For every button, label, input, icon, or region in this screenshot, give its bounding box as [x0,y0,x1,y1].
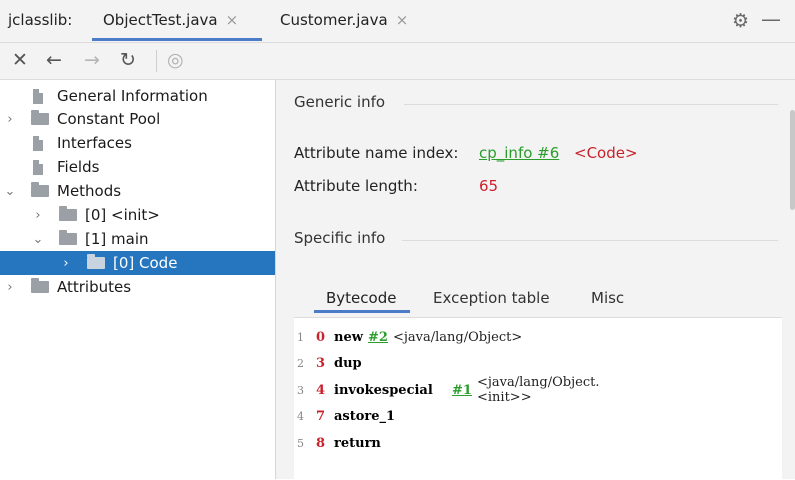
close-icon[interactable]: × [226,11,239,29]
bytecode-offset: 0 [316,329,326,345]
file-icon [33,159,43,175]
folder-icon [59,230,77,245]
opcode: astore_1 [334,408,396,424]
detail-panel: Generic info Attribute name index: cp_in… [276,80,795,480]
tree-item-label: [0] <init> [85,206,160,224]
file-icon [33,135,43,151]
bytecode-offset: 3 [316,355,326,371]
line-number: 3 [297,383,304,397]
bytecode-offset: 7 [316,408,326,424]
attribute-length-label: Attribute length: [294,177,418,195]
scrollbar[interactable] [790,110,795,210]
close-icon[interactable]: × [396,11,409,29]
tool-label: jclasslib: [8,11,73,29]
tab-bytecode[interactable]: Bytecode [326,289,396,307]
tree-item-label: Attributes [57,278,132,296]
toolbar-separator [156,50,157,72]
line-number: 1 [297,330,304,344]
opcode: invokespecial [334,382,433,398]
active-tab-indicator [92,38,262,41]
back-arrow-icon[interactable]: ← [46,49,62,71]
chevron-right-icon[interactable]: › [60,256,72,271]
web-icon[interactable]: ◎ [167,49,184,71]
opcode: return [334,435,381,451]
tree-item-init[interactable]: › [0] <init> [0,203,275,227]
divider [402,240,778,241]
opcode: new [334,329,363,345]
cp-info-link[interactable]: cp_info #6 [479,144,559,162]
tab-customer[interactable]: Customer.java × [280,11,408,29]
tab-label: Customer.java [280,11,388,29]
chevron-down-icon[interactable]: ⌄ [4,184,16,199]
tree-item-general-information[interactable]: General Information [0,84,275,108]
active-subtab-indicator [314,310,410,313]
cp-ref-link[interactable]: #2 [368,330,388,345]
tab-objecttest[interactable]: ObjectTest.java × [103,11,238,29]
class-tree: General Information › Constant Pool Inte… [0,80,276,479]
tree-item-label: [0] Code [113,254,178,272]
line-number: 4 [297,409,304,423]
bytecode-comment: <java/lang/Object.<init>> [477,375,600,405]
tab-exception-table[interactable]: Exception table [433,289,550,307]
divider [404,104,778,105]
tab-label: ObjectTest.java [103,11,218,29]
refresh-icon[interactable]: ↻ [120,49,136,71]
tree-item-constant-pool[interactable]: › Constant Pool [0,107,275,131]
folder-icon [31,182,49,197]
tree-item-label: General Information [57,87,208,105]
bytecode-comment: <java/lang/Object> [393,329,523,345]
toolbar: ✕ ← → ↻ ◎ [0,43,795,80]
bytecode-offset: 8 [316,435,326,451]
attribute-name-index-label: Attribute name index: [294,144,459,162]
forward-arrow-icon[interactable]: → [84,49,100,71]
tree-item-fields[interactable]: Fields [0,155,275,179]
attribute-name-value: <Code> [574,144,638,162]
chevron-right-icon[interactable]: › [4,112,16,127]
chevron-down-icon[interactable]: ⌄ [32,232,44,247]
title-bar: jclasslib: ObjectTest.java × Customer.ja… [0,0,795,43]
chevron-right-icon[interactable]: › [32,208,44,223]
chevron-right-icon[interactable]: › [4,280,16,295]
bytecode-offset: 4 [316,382,326,398]
close-icon[interactable]: ✕ [12,49,28,71]
tree-item-attributes[interactable]: › Attributes [0,275,275,299]
opcode: dup [334,355,362,371]
file-icon [33,88,43,104]
folder-icon [31,110,49,125]
folder-icon [59,206,77,221]
tree-item-interfaces[interactable]: Interfaces [0,131,275,155]
tree-item-label: Interfaces [57,134,132,152]
tree-item-code[interactable]: › [0] Code [0,251,275,275]
tree-item-methods[interactable]: ⌄ Methods [0,179,275,203]
generic-info-title: Generic info [294,93,386,111]
line-number: 5 [297,436,304,450]
line-number: 2 [297,356,304,370]
tab-misc[interactable]: Misc [591,289,624,307]
attribute-length-value: 65 [479,177,499,195]
minimize-icon[interactable]: — [761,7,781,31]
tree-item-label: Fields [57,158,100,176]
tree-item-label: Constant Pool [57,110,161,128]
tree-item-main[interactable]: ⌄ [1] main [0,227,275,251]
tree-item-label: [1] main [85,230,149,248]
folder-icon [31,278,49,293]
folder-icon [87,254,105,269]
cp-ref-link[interactable]: #1 [452,383,472,398]
gear-icon[interactable]: ⚙ [732,10,749,32]
bytecode-view[interactable]: 1 0 new #2 <java/lang/Object> 2 3 dup 3 … [294,317,782,480]
tree-item-label: Methods [57,182,122,200]
specific-info-title: Specific info [294,229,386,247]
